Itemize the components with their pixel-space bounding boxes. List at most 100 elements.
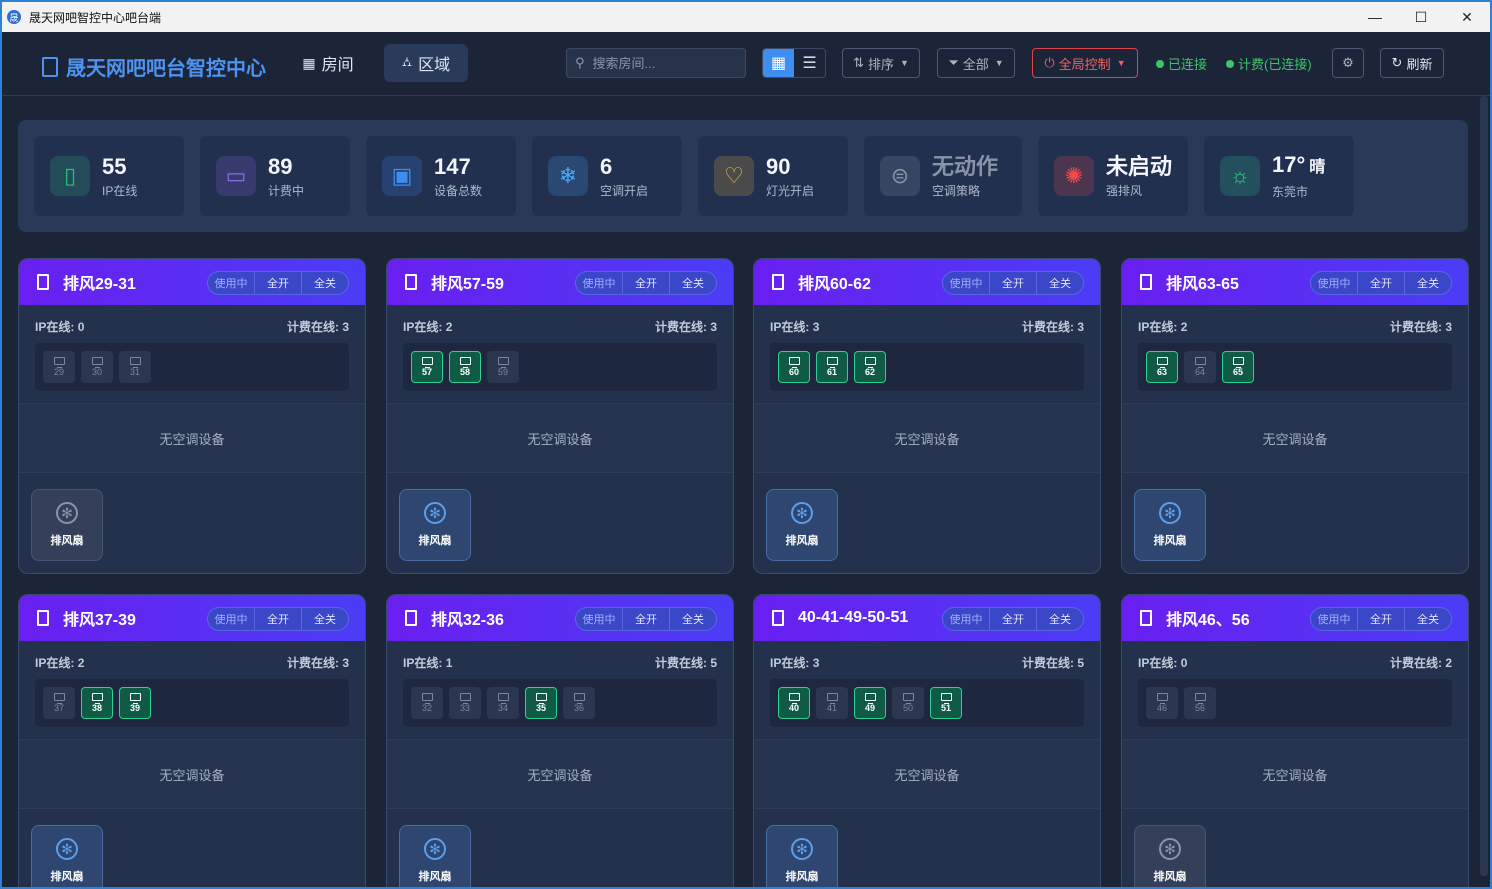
- device-tile[interactable]: 65: [1222, 351, 1254, 383]
- device-tile[interactable]: 59: [487, 351, 519, 383]
- maximize-button[interactable]: ☐: [1398, 2, 1444, 32]
- all-on-button[interactable]: 全开: [1358, 272, 1405, 294]
- monitor-icon: [1156, 693, 1168, 704]
- device-tile[interactable]: 36: [563, 687, 595, 719]
- stat-value: 90: [766, 154, 814, 180]
- device-tile[interactable]: 29: [43, 351, 75, 383]
- monitor-icon: [129, 693, 141, 704]
- minimize-button[interactable]: —: [1352, 2, 1398, 32]
- device-number: 49: [864, 703, 875, 713]
- filter-dropdown[interactable]: ⏷ 全部 ▼: [937, 48, 1015, 78]
- all-off-button[interactable]: 全关: [670, 608, 716, 630]
- all-on-button[interactable]: 全开: [623, 272, 670, 294]
- scrollbar-thumb[interactable]: [1480, 96, 1488, 876]
- device-tile[interactable]: 58: [449, 351, 481, 383]
- device-tile[interactable]: 49: [854, 687, 886, 719]
- device-tile[interactable]: 34: [487, 687, 519, 719]
- device-tile[interactable]: 62: [854, 351, 886, 383]
- monitor-icon: [1232, 357, 1244, 368]
- device-tile[interactable]: 60: [778, 351, 810, 383]
- all-off-button[interactable]: 全关: [1037, 608, 1083, 630]
- exhaust-fan-button[interactable]: 排风扇: [766, 825, 838, 887]
- list-view-button[interactable]: ☰: [794, 49, 825, 77]
- all-on-button[interactable]: 全开: [1358, 608, 1405, 630]
- all-off-button[interactable]: 全关: [1405, 272, 1451, 294]
- all-on-button[interactable]: 全开: [255, 608, 302, 630]
- device-tile[interactable]: 63: [1146, 351, 1178, 383]
- grid-view-button[interactable]: ▦: [763, 49, 794, 77]
- nav-areas[interactable]: ⛼ 区域: [384, 44, 468, 82]
- device-tile[interactable]: 35: [525, 687, 557, 719]
- exhaust-fan-button[interactable]: 排风扇: [1134, 489, 1206, 561]
- nav-rooms[interactable]: ▦ 房间: [288, 44, 368, 82]
- exhaust-fan-button[interactable]: 排风扇: [1134, 825, 1206, 887]
- all-off-button[interactable]: 全关: [1405, 608, 1451, 630]
- device-number: 35: [535, 703, 546, 713]
- device-tile[interactable]: 57: [411, 351, 443, 383]
- card-header: 排风37-39 使用中 全开 全关: [19, 595, 365, 641]
- stat-value: 未启动: [1106, 154, 1172, 180]
- card-counts: IP在线: 2 计费在线: 3: [387, 305, 733, 347]
- building-icon: [405, 610, 417, 626]
- device-number: 46: [1156, 703, 1167, 713]
- device-tile[interactable]: 39: [119, 687, 151, 719]
- app-window: 晟 晟天网吧智控中心吧台端 — ☐ ✕ 晟天网吧吧台智控中心 ▦ 房间 ⛼ 区域…: [0, 0, 1492, 889]
- monitor-icon: [1156, 357, 1168, 368]
- card-header: 排风60-62 使用中 全开 全关: [754, 259, 1100, 305]
- device-number: 38: [91, 703, 102, 713]
- device-tile[interactable]: 37: [43, 687, 75, 719]
- device-tile[interactable]: 32: [411, 687, 443, 719]
- all-off-button[interactable]: 全关: [1037, 272, 1083, 294]
- ip-online: IP在线: 2: [1138, 318, 1187, 335]
- ip-online: IP在线: 0: [1138, 654, 1187, 671]
- all-on-button[interactable]: 全开: [623, 608, 670, 630]
- chip-icon: ▣: [382, 156, 422, 196]
- filter-label: 全部: [962, 56, 989, 72]
- device-tile[interactable]: 50: [892, 687, 924, 719]
- device-tile[interactable]: 40: [778, 687, 810, 719]
- ip-online: IP在线: 2: [35, 654, 84, 671]
- device-tile[interactable]: 30: [81, 351, 113, 383]
- chevron-down-icon: ▼: [900, 58, 909, 68]
- all-on-button[interactable]: 全开: [990, 272, 1037, 294]
- stat-value-text: 89: [268, 153, 293, 179]
- device-tile[interactable]: 38: [81, 687, 113, 719]
- list-view-icon: ☰: [802, 55, 817, 72]
- exhaust-fan-button[interactable]: 排风扇: [31, 489, 103, 561]
- scrollbar[interactable]: [1478, 96, 1490, 887]
- device-tile[interactable]: 41: [816, 687, 848, 719]
- device-tile[interactable]: 56: [1184, 687, 1216, 719]
- monitor-icon: [1194, 357, 1206, 368]
- close-button[interactable]: ✕: [1444, 2, 1490, 32]
- exhaust-fan-button[interactable]: 排风扇: [31, 825, 103, 887]
- card-title: 排风63-65: [1166, 276, 1239, 293]
- stat-value: 无动作: [932, 154, 998, 180]
- card-title: 排风57-59: [431, 276, 504, 293]
- device-tile[interactable]: 31: [119, 351, 151, 383]
- all-off-button[interactable]: 全关: [670, 272, 716, 294]
- settings-button[interactable]: ⚙: [1332, 48, 1364, 78]
- device-tile[interactable]: 64: [1184, 351, 1216, 383]
- exhaust-fan-button[interactable]: 排风扇: [399, 825, 471, 887]
- refresh-button[interactable]: ↻ 刷新: [1380, 48, 1444, 78]
- exhaust-fan-button[interactable]: 排风扇: [399, 489, 471, 561]
- device-tile[interactable]: 33: [449, 687, 481, 719]
- all-off-button[interactable]: 全关: [302, 272, 348, 294]
- all-on-button[interactable]: 全开: [255, 272, 302, 294]
- fan-icon: [424, 838, 446, 860]
- global-control-dropdown[interactable]: ⏻ 全局控制 ▼: [1032, 48, 1138, 78]
- window-title: 晟天网吧智控中心吧台端: [29, 10, 162, 25]
- exhaust-fan-button[interactable]: 排风扇: [766, 489, 838, 561]
- stat-label: 空调策略: [932, 183, 981, 198]
- status-badge: 使用中: [208, 272, 255, 294]
- device-tile[interactable]: 51: [930, 687, 962, 719]
- search-input[interactable]: [592, 55, 733, 71]
- all-off-button[interactable]: 全关: [302, 608, 348, 630]
- stat-text: 17° 晴 东莞市: [1272, 152, 1325, 200]
- refresh-icon: ↻: [1391, 55, 1403, 70]
- all-on-button[interactable]: 全开: [990, 608, 1037, 630]
- device-tile[interactable]: 46: [1146, 687, 1178, 719]
- sort-dropdown[interactable]: ⇅ 排序 ▼: [842, 48, 920, 78]
- device-tile[interactable]: 61: [816, 351, 848, 383]
- stat-text: 6 空调开启: [600, 154, 648, 199]
